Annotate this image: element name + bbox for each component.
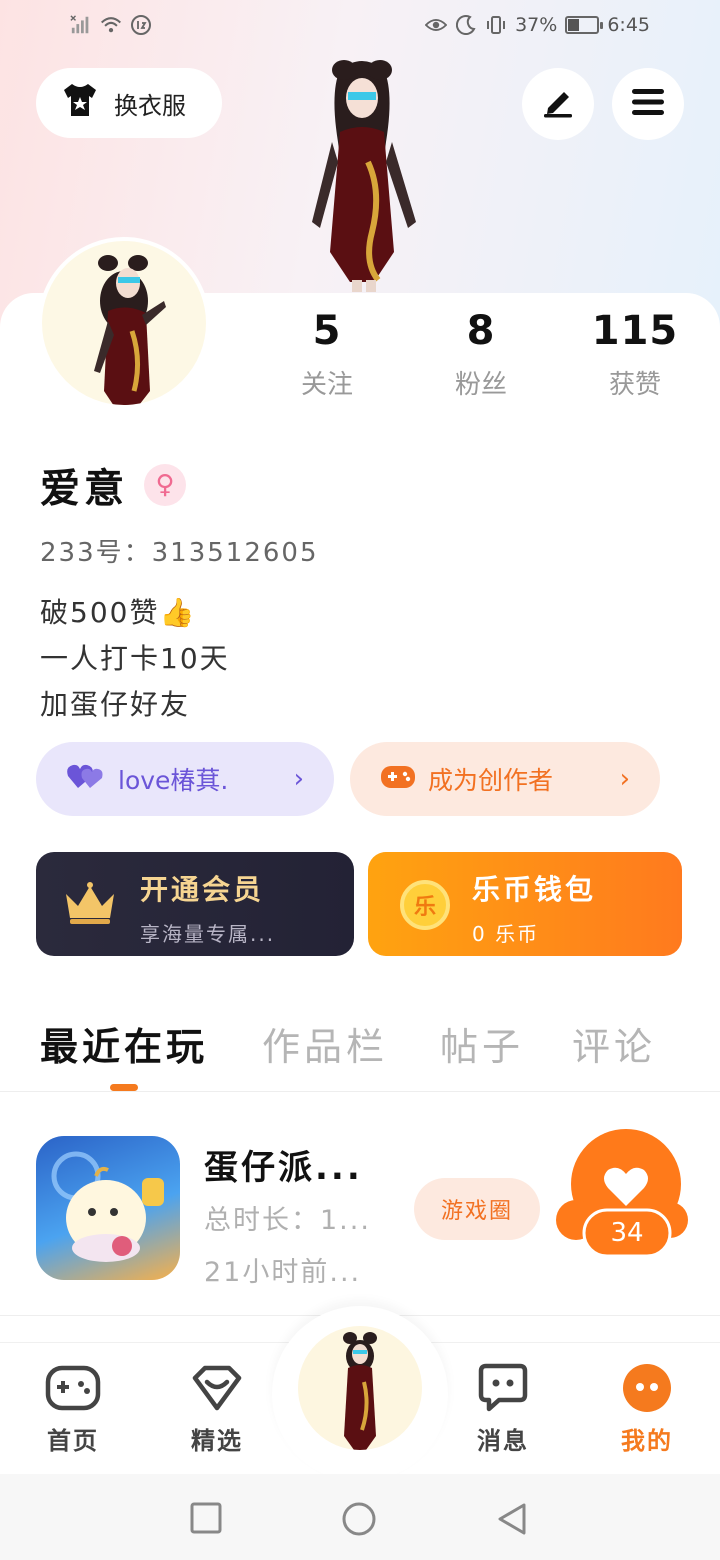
profile-tabs: 最近在玩 作品栏 帖子 评论 <box>0 1016 720 1092</box>
user-id[interactable]: 233号：313512605 <box>40 532 319 569</box>
chat-icon <box>473 1363 533 1413</box>
menu-button[interactable] <box>612 68 684 140</box>
coin-icon: 乐 <box>400 880 450 930</box>
data-saver-icon <box>130 14 152 36</box>
nav-messages[interactable]: 消息 <box>458 1363 548 1456</box>
wallet-card[interactable]: 乐 乐币钱包 0 乐币 <box>368 852 682 956</box>
likes-label: 获赞 <box>608 370 661 400</box>
nav-messages-label: 消息 <box>477 1427 529 1455</box>
clock: 6:45 <box>607 14 650 36</box>
become-creator-button[interactable]: 成为创作者 › <box>350 742 660 816</box>
like-button[interactable]: 34 <box>556 1124 688 1274</box>
home-icon[interactable] <box>342 1502 376 1540</box>
status-bar: 37% 6:45 <box>0 0 720 56</box>
game-last-played: 21小时前... <box>204 1257 362 1288</box>
vip-card[interactable]: 开通会员 享海量专属... <box>36 852 354 956</box>
nickname: 爱意 <box>40 466 128 512</box>
stats-row: 5 关注 8 粉丝 115 获赞 <box>250 308 720 401</box>
stat-fans[interactable]: 8 粉丝 <box>404 308 558 401</box>
tab-posts[interactable]: 帖子 <box>440 1016 524 1071</box>
avatar[interactable] <box>38 237 210 409</box>
tab-works[interactable]: 作品栏 <box>262 1016 388 1071</box>
become-creator-label: 成为创作者 <box>428 766 554 795</box>
nav-featured[interactable]: 精选 <box>172 1363 262 1456</box>
nav-me-label: 我的 <box>621 1427 673 1455</box>
battery-icon <box>565 16 604 34</box>
profile-dots-icon <box>617 1363 677 1413</box>
bio-line: 加蛋仔好友 <box>40 688 191 721</box>
fans-count: 8 <box>466 308 496 354</box>
system-nav-bar <box>0 1474 720 1560</box>
heart-box-icon <box>187 1363 247 1413</box>
wallet-balance: 0 乐币 <box>472 922 540 946</box>
nav-avatar-button[interactable] <box>298 1326 422 1450</box>
back-icon[interactable] <box>496 1502 528 1540</box>
moon-icon <box>455 14 477 36</box>
love-partner-button[interactable]: love椿萁. › <box>36 742 334 816</box>
game-playtime: 总时长：1... <box>204 1205 371 1236</box>
tab-comments[interactable]: 评论 <box>572 1016 656 1071</box>
tshirt-icon <box>60 82 100 124</box>
wallet-title: 乐币钱包 <box>472 873 597 906</box>
stat-following[interactable]: 5 关注 <box>250 308 404 401</box>
vip-title: 开通会员 <box>140 873 265 906</box>
bio-line: 破500赞👍 <box>40 596 197 629</box>
likes-count: 115 <box>591 308 679 354</box>
nav-home[interactable]: 首页 <box>28 1363 118 1456</box>
stat-likes[interactable]: 115 获赞 <box>558 308 712 401</box>
signal-icon <box>70 14 92 36</box>
list-item[interactable]: 蛋仔派... 总时长：1... 21小时前... 游戏圈 34 <box>0 1118 720 1316</box>
tab-indicator <box>110 1084 138 1091</box>
game-icon <box>36 1136 180 1280</box>
fans-label: 粉丝 <box>454 370 507 400</box>
nav-home-label: 首页 <box>47 1427 99 1455</box>
menu-icon <box>630 87 666 121</box>
game-circle-button[interactable]: 游戏圈 <box>414 1178 540 1240</box>
like-count: 34 <box>610 1218 644 1248</box>
tab-recent[interactable]: 最近在玩 <box>40 1016 208 1071</box>
wifi-icon <box>100 14 122 36</box>
pen-icon <box>540 86 576 122</box>
vibrate-icon <box>485 14 507 36</box>
love-partner-label: love椿萁. <box>118 766 229 795</box>
following-label: 关注 <box>300 370 353 400</box>
crown-icon <box>62 880 118 930</box>
gamepad-icon <box>380 762 416 796</box>
chevron-right-icon: › <box>619 764 630 794</box>
change-outfit-button[interactable]: 换衣服 <box>36 68 222 138</box>
recent-apps-icon[interactable] <box>190 1502 222 1538</box>
double-heart-icon <box>66 761 106 797</box>
change-outfit-label: 换衣服 <box>114 91 186 120</box>
game-title: 蛋仔派... <box>204 1148 363 1188</box>
nickname-row: 爱意 ♀ <box>40 456 186 514</box>
edit-profile-button[interactable] <box>522 68 594 140</box>
bio-line: 一人打卡10天 <box>40 642 230 675</box>
battery-percent: 37% <box>515 14 558 36</box>
following-count: 5 <box>312 308 342 354</box>
vip-subtitle: 享海量专属... <box>140 922 276 946</box>
gamepad-icon <box>43 1363 103 1413</box>
eye-comfort-icon <box>425 14 448 36</box>
chevron-right-icon: › <box>293 764 304 794</box>
bio: 破500赞👍 一人打卡10天 加蛋仔好友 <box>40 590 230 728</box>
nav-featured-label: 精选 <box>191 1427 243 1455</box>
female-icon: ♀ <box>144 464 186 506</box>
nav-me[interactable]: 我的 <box>602 1363 692 1456</box>
avatar-character-image[interactable] <box>282 52 442 292</box>
